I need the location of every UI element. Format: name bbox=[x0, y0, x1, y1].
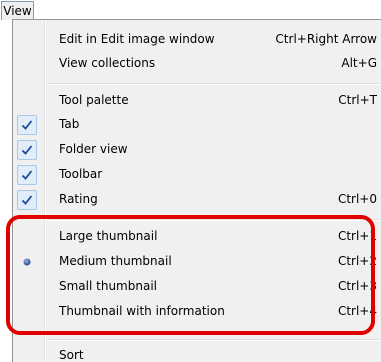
menu-item-sort[interactable]: Sort bbox=[13, 343, 381, 362]
menu-item-large-thumbnail[interactable]: Large thumbnail Ctrl+1 bbox=[13, 224, 381, 250]
menu-item-label: Sort bbox=[59, 348, 84, 362]
menu-item-label: Tab bbox=[59, 117, 80, 131]
view-menu-title-label: View bbox=[3, 4, 32, 18]
checkmark-icon bbox=[17, 190, 37, 210]
checkmark-icon bbox=[17, 140, 37, 160]
menu-item-shortcut: Ctrl+2 bbox=[337, 254, 377, 268]
menu-item-tool-palette[interactable]: Tool palette Ctrl+T bbox=[13, 88, 381, 114]
menu-item-shortcut: Alt+G bbox=[341, 56, 377, 70]
menu-item-shortcut: Ctrl+4 bbox=[337, 304, 377, 318]
menu-separator bbox=[47, 83, 379, 85]
menu-item-rating[interactable]: Rating Ctrl+0 bbox=[13, 187, 381, 213]
screenshot: View Edit in Edit image window Ctrl+Righ… bbox=[0, 0, 381, 362]
menu-item-tab[interactable]: Tab bbox=[13, 112, 381, 138]
menu-item-label: Toolbar bbox=[59, 167, 103, 181]
menu-item-label: View collections bbox=[59, 56, 156, 70]
view-menu-dropdown: Edit in Edit image window Ctrl+Right Arr… bbox=[12, 19, 381, 362]
menu-item-edit-in-edit-image-window[interactable]: Edit in Edit image window Ctrl+Right Arr… bbox=[13, 27, 381, 53]
menu-item-label: Edit in Edit image window bbox=[59, 32, 215, 46]
menu-item-folder-view[interactable]: Folder view bbox=[13, 137, 381, 163]
menu-item-medium-thumbnail[interactable]: Medium thumbnail Ctrl+2 bbox=[13, 249, 381, 275]
menu-item-view-collections[interactable]: View collections Alt+G bbox=[13, 51, 381, 77]
menu-item-label: Tool palette bbox=[59, 93, 129, 107]
menu-item-toolbar[interactable]: Toolbar bbox=[13, 162, 381, 188]
menu-item-label: Medium thumbnail bbox=[59, 254, 172, 268]
menu-item-shortcut: Ctrl+1 bbox=[337, 229, 377, 243]
menu-item-shortcut: Ctrl+3 bbox=[337, 279, 377, 293]
menu-item-label: Folder view bbox=[59, 142, 128, 156]
menu-item-label: Rating bbox=[59, 192, 98, 206]
view-menu-title[interactable]: View bbox=[1, 1, 34, 20]
menu-item-thumbnail-with-information[interactable]: Thumbnail with information Ctrl+4 bbox=[13, 299, 381, 325]
menu-item-label: Small thumbnail bbox=[59, 279, 157, 293]
menu-item-shortcut: Ctrl+Right Arrow bbox=[275, 32, 377, 46]
checkmark-icon bbox=[17, 115, 37, 135]
menu-item-shortcut: Ctrl+0 bbox=[337, 192, 377, 206]
menu-item-label: Thumbnail with information bbox=[59, 304, 225, 318]
menu-item-shortcut: Ctrl+T bbox=[338, 93, 377, 107]
menu-separator bbox=[47, 339, 379, 341]
menu-item-small-thumbnail[interactable]: Small thumbnail Ctrl+3 bbox=[13, 274, 381, 300]
checkmark-icon bbox=[17, 165, 37, 185]
radio-dot-icon bbox=[17, 252, 37, 272]
menu-item-label: Large thumbnail bbox=[59, 229, 158, 243]
menu-separator bbox=[47, 219, 379, 221]
